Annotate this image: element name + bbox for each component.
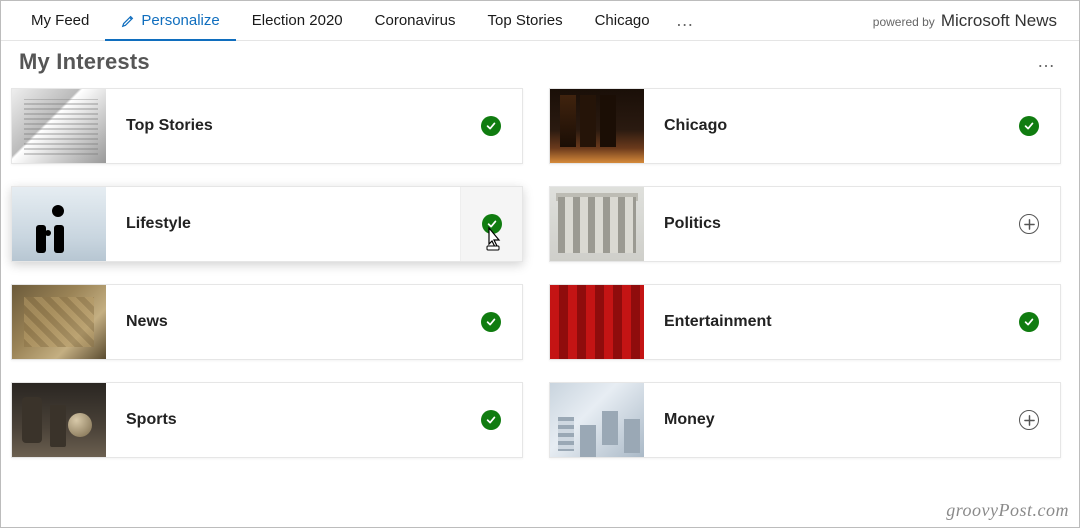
section-title: My Interests [19,49,150,75]
followed-toggle[interactable] [998,89,1060,163]
tab-chicago[interactable]: Chicago [579,1,666,41]
interest-thumbnail [12,89,106,163]
check-circle-icon [481,116,501,136]
tab-label: My Feed [31,12,89,29]
tab-label: Personalize [141,12,219,29]
interest-card-sports[interactable]: Sports [11,382,523,458]
interest-card-money[interactable]: Money [549,382,1061,458]
interest-thumbnail [550,89,644,163]
tabs-bar: My Feed Personalize Election 2020 Coronavir… [1,1,1079,41]
interest-card-top-stories[interactable]: Top Stories [11,88,523,164]
interest-label: News [106,285,460,359]
tab-top-stories[interactable]: Top Stories [472,1,579,41]
section-more-icon[interactable]: … [1031,47,1061,76]
followed-toggle[interactable] [460,383,522,457]
powered-by: powered by Microsoft News [873,11,1065,31]
interest-label: Lifestyle [106,187,460,261]
interest-card-chicago[interactable]: Chicago [549,88,1061,164]
check-circle-icon [1019,312,1039,332]
check-circle-icon [1019,116,1039,136]
tab-label: Chicago [595,12,650,29]
check-circle-icon [481,312,501,332]
tab-coronavirus[interactable]: Coronavirus [359,1,472,41]
follow-toggle[interactable] [998,187,1060,261]
followed-toggle[interactable] [998,285,1060,359]
check-circle-icon [481,410,501,430]
interest-label: Sports [106,383,460,457]
interest-label: Top Stories [106,89,460,163]
interest-card-lifestyle[interactable]: Lifestyle [11,186,523,262]
powered-by-brand: Microsoft News [941,11,1057,31]
plus-circle-icon [1019,214,1039,234]
followed-toggle[interactable] [460,285,522,359]
interest-label: Politics [644,187,998,261]
interest-label: Money [644,383,998,457]
interest-thumbnail [12,285,106,359]
interest-thumbnail [12,187,106,261]
tab-label: Coronavirus [375,12,456,29]
tab-label: Top Stories [488,12,563,29]
interest-card-politics[interactable]: Politics [549,186,1061,262]
interest-thumbnail [550,383,644,457]
watermark: groovyPost.com [946,500,1069,521]
interest-thumbnail [550,285,644,359]
interests-grid: Top Stories Chicago Lifestyle Politics News E… [1,78,1079,476]
tab-label: Election 2020 [252,12,343,29]
interest-card-entertainment[interactable]: Entertainment [549,284,1061,360]
followed-toggle[interactable] [460,187,522,261]
tab-personalize[interactable]: Personalize [105,1,235,41]
followed-toggle[interactable] [460,89,522,163]
check-circle-icon [482,214,502,234]
interest-label: Chicago [644,89,998,163]
interest-card-news[interactable]: News [11,284,523,360]
tab-election-2020[interactable]: Election 2020 [236,1,359,41]
interest-thumbnail [12,383,106,457]
interest-thumbnail [550,187,644,261]
powered-by-prefix: powered by [873,15,935,29]
section-header: My Interests … [1,41,1079,78]
pencil-icon [121,14,135,28]
tab-my-feed[interactable]: My Feed [15,1,105,41]
interest-label: Entertainment [644,285,998,359]
tabs-more[interactable]: … [666,10,704,31]
plus-circle-icon [1019,410,1039,430]
follow-toggle[interactable] [998,383,1060,457]
